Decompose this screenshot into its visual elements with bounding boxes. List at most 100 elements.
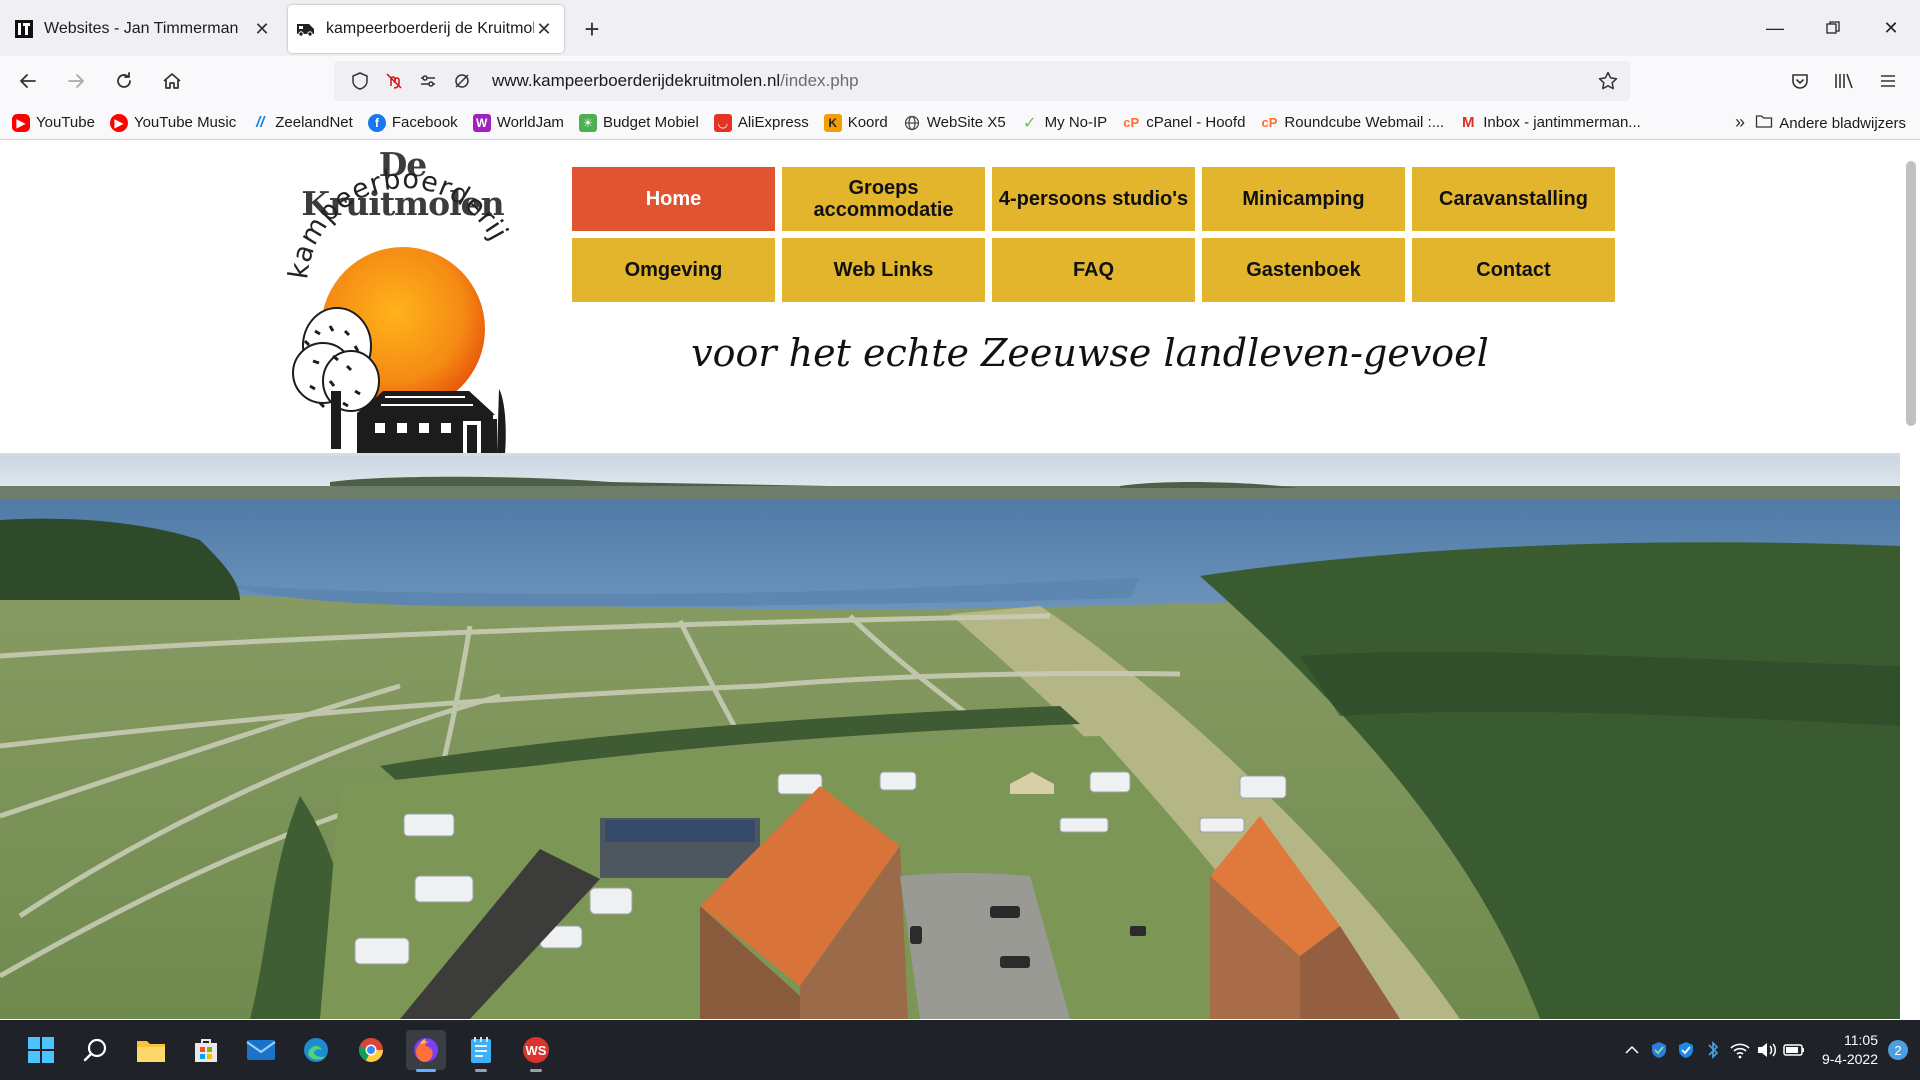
- shield-icon[interactable]: [344, 65, 376, 97]
- bookmark-website-x5[interactable]: WebSite X5: [903, 114, 1006, 132]
- battery-icon[interactable]: [1781, 1035, 1808, 1065]
- bookmark-label: Facebook: [391, 114, 458, 131]
- url-path: /index.php: [780, 71, 859, 90]
- bookmark-youtube-music[interactable]: ▶ YouTube Music: [109, 113, 236, 132]
- wifi-icon[interactable]: [1727, 1035, 1754, 1065]
- clock[interactable]: 11:05 9-4-2022: [1822, 1031, 1878, 1069]
- start-menu-icon[interactable]: [21, 1030, 61, 1070]
- back-icon[interactable]: [8, 61, 48, 101]
- reload-icon[interactable]: [104, 61, 144, 101]
- site-settings-icon[interactable]: [412, 65, 444, 97]
- menu-groepsaccommodatie[interactable]: Groeps accommodatie: [782, 167, 985, 231]
- show-hidden-icons-icon[interactable]: [1619, 1035, 1646, 1065]
- zeelandnet-icon: //: [256, 114, 265, 131]
- website-x5-icon[interactable]: WS: [516, 1030, 556, 1072]
- library-icon[interactable]: [1822, 61, 1866, 101]
- defender-icon[interactable]: [1646, 1035, 1673, 1065]
- bookmark-facebook[interactable]: f Facebook: [367, 113, 458, 132]
- notepad-icon[interactable]: [461, 1030, 501, 1072]
- menu-studios[interactable]: 4-persoons studio's: [992, 167, 1195, 231]
- tab-kruitmolen[interactable]: kampeerboerderij de Kruitmolen ✕: [288, 5, 564, 53]
- camper-favicon-icon: [296, 19, 316, 39]
- close-tab-icon[interactable]: ✕: [534, 19, 554, 40]
- main-menu: Home Groeps accommodatie 4-persoons stud…: [572, 167, 1615, 302]
- menu-contact[interactable]: Contact: [1412, 238, 1615, 302]
- bookmark-label: YouTube: [36, 114, 95, 131]
- bookmark-youtube[interactable]: ▶ YouTube: [12, 113, 95, 132]
- pocket-icon[interactable]: [1778, 61, 1822, 101]
- home-icon[interactable]: [152, 61, 192, 101]
- menu-gastenboek[interactable]: Gastenboek: [1202, 238, 1405, 302]
- bookmark-label: ZeelandNet: [275, 114, 353, 131]
- menu-icon[interactable]: [1866, 61, 1910, 101]
- search-icon[interactable]: [76, 1030, 116, 1070]
- other-bookmarks-label: Andere bladwijzers: [1779, 114, 1906, 132]
- menu-caravanstalling[interactable]: Caravanstalling: [1412, 167, 1615, 231]
- close-window-icon[interactable]: ✕: [1862, 0, 1920, 56]
- menu-minicamping[interactable]: Minicamping: [1202, 167, 1405, 231]
- tab-websites[interactable]: Websites - Jan Timmerman ✕: [6, 5, 282, 53]
- cpanel-icon: cP: [1123, 115, 1140, 130]
- bookmark-label: My No-IP: [1044, 114, 1108, 131]
- mail-icon[interactable]: [241, 1030, 281, 1070]
- bookmark-worldjam[interactable]: W WorldJam: [472, 113, 564, 132]
- file-explorer-icon[interactable]: [131, 1030, 171, 1070]
- bookmark-label: Roundcube Webmail :...: [1284, 114, 1445, 131]
- bookmark-label: WebSite X5: [926, 114, 1006, 131]
- edge-icon[interactable]: [296, 1030, 336, 1070]
- bookmark-koord[interactable]: K Koord: [823, 113, 888, 132]
- minimize-icon[interactable]: —: [1746, 0, 1804, 56]
- globe-icon: [903, 114, 921, 132]
- menu-omgeving[interactable]: Omgeving: [572, 238, 775, 302]
- bluetooth-icon[interactable]: [1700, 1035, 1727, 1065]
- bookmarks-overflow-icon[interactable]: »: [1735, 112, 1745, 133]
- url-text[interactable]: www.kampeerboerderijdekruitmolen.nl/inde…: [492, 71, 859, 91]
- bookmark-label: AliExpress: [737, 114, 809, 131]
- bookmark-aliexpress[interactable]: ◡ AliExpress: [713, 113, 809, 132]
- worldjam-icon: W: [472, 113, 491, 132]
- chrome-icon[interactable]: [351, 1030, 391, 1070]
- notification-badge[interactable]: 2: [1888, 1040, 1908, 1060]
- page-scrollbar[interactable]: [1900, 141, 1920, 1019]
- firefox-icon[interactable]: [406, 1030, 446, 1072]
- budget-mobiel-icon: ☀: [578, 113, 597, 132]
- menu-web-links[interactable]: Web Links: [782, 238, 985, 302]
- bookmark-budget-mobiel[interactable]: ☀ Budget Mobiel: [578, 113, 699, 132]
- site-logo[interactable]: De Kruitmolen kampeerboerderij: [285, 141, 520, 453]
- ws-label: WS: [526, 1043, 547, 1058]
- other-bookmarks[interactable]: Andere bladwijzers: [1755, 113, 1906, 133]
- toolbar-right: [1778, 61, 1910, 101]
- bookmark-star-icon[interactable]: [1594, 67, 1622, 95]
- address-bar[interactable]: www.kampeerboerderijdekruitmolen.nl/inde…: [334, 61, 1630, 101]
- close-tab-icon[interactable]: ✕: [252, 19, 272, 40]
- navigation-bar: www.kampeerboerderijdekruitmolen.nl/inde…: [0, 56, 1920, 106]
- bookmark-zeelandnet[interactable]: // ZeelandNet: [251, 114, 353, 132]
- forward-icon[interactable]: [56, 61, 96, 101]
- menu-faq[interactable]: FAQ: [992, 238, 1195, 302]
- gmail-icon: M: [1461, 114, 1475, 131]
- scrollbar-thumb[interactable]: [1906, 161, 1916, 426]
- insecure-connection-icon[interactable]: [446, 65, 478, 97]
- new-tab-button[interactable]: +: [572, 9, 612, 49]
- tab-strip: Websites - Jan Timmerman ✕ kampeerboerde…: [0, 0, 1920, 56]
- bookmark-label: cPanel - Hoofd: [1146, 114, 1246, 131]
- logo-graphic: kampeerboerderij: [285, 164, 513, 453]
- security-shield-icon[interactable]: [1673, 1035, 1700, 1065]
- restore-icon[interactable]: [1804, 0, 1862, 56]
- volume-icon[interactable]: [1754, 1035, 1781, 1065]
- tab-title: kampeerboerderij de Kruitmolen: [326, 20, 534, 37]
- system-tray: 11:05 9-4-2022 2: [1619, 1020, 1920, 1080]
- microsoft-store-icon[interactable]: [186, 1030, 226, 1070]
- tab-title: Websites - Jan Timmerman: [44, 20, 239, 37]
- bookmark-label: WorldJam: [496, 114, 564, 131]
- bookmarks-toolbar: ▶ YouTube ▶ YouTube Music // ZeelandNet …: [0, 106, 1920, 140]
- bookmark-cpanel[interactable]: cP cPanel - Hoofd: [1122, 114, 1245, 132]
- bookmark-label: Budget Mobiel: [602, 114, 699, 131]
- roundcube-icon: cP: [1261, 115, 1278, 130]
- permissions-blocked-icon[interactable]: [378, 65, 410, 97]
- bookmark-gmail[interactable]: M Inbox - jantimmerman...: [1459, 114, 1641, 132]
- facebook-icon: f: [367, 113, 386, 132]
- bookmark-roundcube[interactable]: cP Roundcube Webmail :...: [1260, 114, 1444, 132]
- menu-home[interactable]: Home: [572, 167, 775, 231]
- bookmark-my-noip[interactable]: ✓ My No-IP: [1021, 114, 1108, 132]
